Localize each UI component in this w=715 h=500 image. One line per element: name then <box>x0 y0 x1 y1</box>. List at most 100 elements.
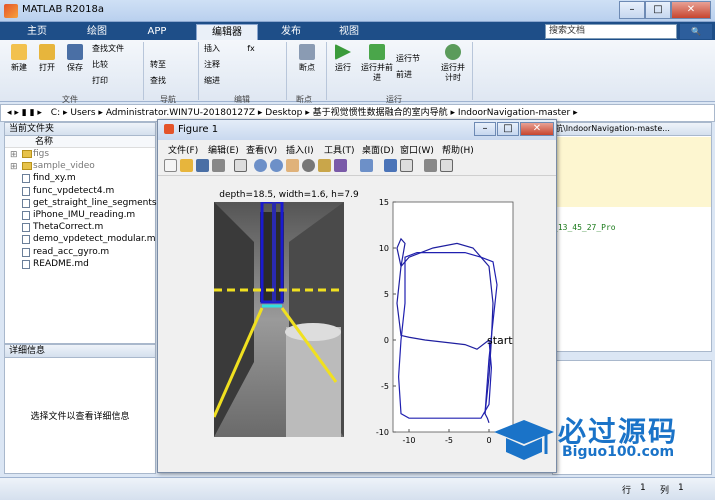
path-part[interactable]: Administrator.WIN7U-20180127Z <box>106 108 255 118</box>
menu-window[interactable]: 窗口(W) <box>400 143 434 156</box>
menu-file[interactable]: 文件(F) <box>168 143 198 156</box>
menu-desktop[interactable]: 桌面(D) <box>362 143 394 156</box>
x-tick-label: -5 <box>445 436 453 445</box>
menu-edit[interactable]: 编辑(E) <box>208 143 239 156</box>
x-tick-label: 0 <box>486 436 491 445</box>
file-item[interactable]: demo_vpdetect_modular.m <box>5 233 156 245</box>
file-item[interactable]: find_xy.m <box>5 172 155 184</box>
pointer-icon[interactable] <box>234 159 247 172</box>
run-section-button[interactable]: 运行节 <box>396 54 436 64</box>
col-label: 列 <box>660 486 670 496</box>
path-part[interactable]: IndoorNavigation-master <box>458 108 570 118</box>
zoom-in-icon[interactable] <box>254 159 267 172</box>
goto-button[interactable]: 转至 <box>150 60 194 70</box>
indent-button[interactable]: 缩进 <box>204 76 226 86</box>
find-files-button[interactable]: 查找文件 <box>92 44 142 54</box>
search-input[interactable]: 搜索文档 <box>545 24 677 39</box>
run-icon <box>335 44 351 60</box>
details-hint: 选择文件以查看详细信息 <box>30 412 130 422</box>
tab-publish[interactable]: 发布 <box>268 24 314 40</box>
close-button[interactable]: ✕ <box>671 1 711 19</box>
file-icon <box>22 235 30 245</box>
file-item[interactable]: README.md <box>5 258 155 270</box>
breakpoints-button[interactable]: 断点 <box>292 44 322 73</box>
file-name: find_xy.m <box>33 173 76 184</box>
expand-icon[interactable]: ⊞ <box>10 161 18 173</box>
data-cursor-icon[interactable] <box>318 159 331 172</box>
figure-close-button[interactable]: ✕ <box>520 122 554 136</box>
legend-icon[interactable] <box>400 159 413 172</box>
tab-apps[interactable]: APP <box>134 24 180 40</box>
file-icon <box>22 210 30 220</box>
menu-help[interactable]: 帮助(H) <box>442 143 474 156</box>
print-button[interactable]: 打印 <box>92 76 142 86</box>
hide-tools-icon[interactable] <box>424 159 437 172</box>
figure-maximize-button[interactable]: □ <box>497 122 519 136</box>
fx-button[interactable]: fx <box>244 44 258 54</box>
open-file-icon[interactable] <box>180 159 193 172</box>
image-caption: depth=18.5, width=1.6, h=7.9 <box>219 190 359 200</box>
column-name-header[interactable]: 名称 <box>5 136 155 148</box>
run-time-button[interactable]: 运行并计时 <box>438 44 468 83</box>
search-icon[interactable]: 🔍 <box>680 24 712 39</box>
new-figure-icon[interactable] <box>164 159 177 172</box>
insert-button[interactable]: 插入 <box>204 44 226 54</box>
save-button[interactable]: 保存 <box>62 44 88 73</box>
brush-icon[interactable] <box>334 159 347 172</box>
dock-icon[interactable] <box>440 159 453 172</box>
print-icon[interactable] <box>212 159 225 172</box>
figure-title-bar: Figure 1 – □ ✕ <box>158 120 556 140</box>
save-figure-icon[interactable] <box>196 159 209 172</box>
minimize-button[interactable]: – <box>619 1 645 19</box>
file-item[interactable]: func_vpdetect4.m <box>5 185 155 197</box>
new-button[interactable]: 新建 <box>6 44 32 73</box>
zoom-out-icon[interactable] <box>270 159 283 172</box>
file-item[interactable]: read_acc_gyro.m <box>5 246 155 258</box>
breakpoint-icon <box>299 44 315 60</box>
rotate-icon[interactable] <box>302 159 315 172</box>
path-part[interactable]: Desktop <box>265 108 302 118</box>
y-tick-label: -5 <box>381 382 389 391</box>
editor-code: _13_45_27_Pro <box>553 223 616 232</box>
file-item[interactable]: ThetaCorrect.m <box>5 221 155 233</box>
compare-button[interactable]: 比较 <box>92 60 142 70</box>
path-part[interactable]: 基于视觉惯性数据融合的室内导航 <box>313 108 448 118</box>
file-name: get_straight_line_segments.m <box>33 197 169 208</box>
link-icon[interactable] <box>360 159 373 172</box>
tab-plots[interactable]: 绘图 <box>74 24 120 40</box>
figure-title: Figure 1 <box>178 124 219 135</box>
find-button[interactable]: 查找 <box>150 76 194 86</box>
menu-insert[interactable]: 插入(I) <box>286 143 314 156</box>
details-title: 详细信息 <box>5 345 155 358</box>
advance-button[interactable]: 前进 <box>396 70 436 80</box>
file-item[interactable]: get_straight_line_segments.m <box>5 197 168 209</box>
folder-item[interactable]: ⊞ sample_video <box>5 160 155 172</box>
menu-view[interactable]: 查看(V) <box>246 143 277 156</box>
path-part[interactable]: C: <box>51 108 60 118</box>
comment-button[interactable]: 注释 <box>204 60 226 70</box>
editor-path: 航\IndoorNavigation-maste... <box>553 123 711 136</box>
run-advance-button[interactable]: 运行并前进 <box>360 44 394 83</box>
save-icon <box>67 44 83 60</box>
maximize-button[interactable]: □ <box>645 1 671 19</box>
tab-home[interactable]: 主页 <box>14 24 60 40</box>
run-advance-icon <box>369 44 385 60</box>
figure-minimize-button[interactable]: – <box>474 122 496 136</box>
open-button[interactable]: 打开 <box>34 44 60 73</box>
nav-arrows-icon[interactable]: ◂ ▸ ▮ ▮ ▸ <box>7 108 42 118</box>
path-part[interactable]: Users <box>70 108 95 118</box>
tab-view[interactable]: 视图 <box>326 24 372 40</box>
corridor-image <box>214 202 344 437</box>
figure-icon <box>164 124 174 134</box>
colorbar-icon[interactable] <box>384 159 397 172</box>
menu-tools[interactable]: 工具(T) <box>324 143 355 156</box>
pan-icon[interactable] <box>286 159 299 172</box>
file-item[interactable]: iPhone_IMU_reading.m <box>5 209 155 221</box>
row-label: 行 <box>622 486 632 496</box>
folder-icon <box>39 44 55 60</box>
file-name: iPhone_IMU_reading.m <box>33 209 136 220</box>
run-button[interactable]: 运行 <box>330 44 356 73</box>
expand-icon[interactable]: ⊞ <box>10 149 18 161</box>
folder-item[interactable]: ⊞ figs <box>5 148 155 160</box>
tab-editor[interactable]: 编辑器 <box>196 24 258 40</box>
